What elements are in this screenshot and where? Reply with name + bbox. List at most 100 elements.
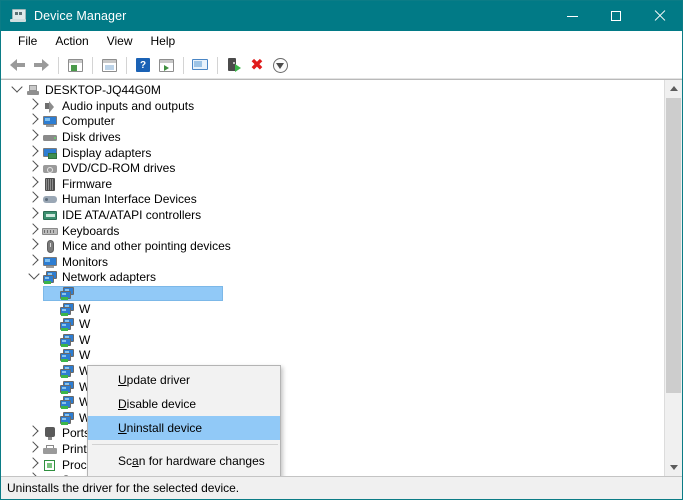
disable-device-button[interactable]: ✖ (246, 54, 268, 76)
collapse-chevron[interactable] (26, 456, 42, 473)
close-button[interactable] (638, 1, 682, 31)
window-controls (550, 1, 682, 31)
tree-node-label: W (79, 332, 91, 347)
tree-node[interactable]: W (1, 348, 664, 364)
menu-file[interactable]: File (9, 32, 46, 51)
dvd-drive-icon (42, 161, 58, 176)
vertical-scrollbar[interactable] (664, 80, 682, 476)
context-menu-item-label: Scan for hardware changes (118, 454, 265, 468)
maximize-button[interactable] (594, 1, 638, 31)
network-adapter-icon (59, 364, 75, 379)
forward-arrow-icon (33, 59, 49, 71)
display-adapter-icon (42, 146, 58, 161)
scroll-up-button[interactable] (665, 80, 682, 97)
scroll-down-button[interactable] (665, 459, 682, 476)
tree-node[interactable]: Mice and other pointing devices (1, 238, 664, 255)
collapse-chevron[interactable] (26, 238, 42, 254)
properties-window-icon (101, 58, 117, 72)
menu-view[interactable]: View (98, 32, 142, 51)
scroll-down-arrow-icon (669, 465, 678, 470)
keyboard-icon (42, 224, 58, 239)
mouse-icon (42, 239, 58, 254)
hid-icon (42, 192, 58, 207)
tree-node[interactable]: Firmware (1, 176, 664, 193)
collapse-chevron[interactable] (26, 129, 42, 145)
network-adapter-icon (42, 270, 58, 285)
tree-root-node[interactable]: DESKTOP-JQ44G0M (1, 81, 664, 99)
toolbar-separator-2 (92, 56, 93, 74)
tree-node[interactable]: Human Interface Devices (1, 191, 664, 208)
scroll-up-arrow-icon (669, 86, 678, 91)
collapse-chevron[interactable] (26, 425, 42, 441)
status-bar: Uninstalls the driver for the selected d… (1, 476, 682, 499)
security-device-icon (42, 473, 58, 476)
context-menu-item-uninstall-device[interactable]: Uninstall device (88, 416, 280, 440)
collapse-chevron[interactable] (26, 472, 42, 476)
tree-node[interactable]: DVD/CD-ROM drives (1, 160, 664, 177)
view-button[interactable] (155, 54, 177, 76)
device-tree-pane[interactable]: DESKTOP-JQ44G0M Audio inputs and outputs C… (1, 80, 664, 476)
tree-node[interactable]: W (1, 301, 664, 317)
monitor-icon (42, 255, 58, 270)
network-adapter-icon (59, 348, 75, 363)
help-button[interactable]: ? (132, 54, 154, 76)
expand-chevron[interactable] (26, 268, 42, 286)
context-menu-item-disable-device[interactable]: Disable device (88, 392, 280, 416)
scan-for-hardware-changes-button[interactable] (189, 54, 211, 76)
expand-chevron[interactable] (9, 81, 25, 99)
tree-node[interactable]: Keyboards (1, 222, 664, 239)
tree-node[interactable]: Display adapters (1, 145, 664, 161)
status-bar-text: Uninstalls the driver for the selected d… (7, 481, 240, 495)
collapse-chevron[interactable] (26, 191, 42, 207)
collapse-chevron[interactable] (26, 176, 42, 192)
scrollbar-thumb[interactable] (666, 98, 681, 393)
network-adapter-icon (59, 302, 75, 317)
toolbar-separator-4 (183, 56, 184, 74)
tree-node[interactable]: Monitors (1, 254, 664, 271)
menu-help[interactable]: Help (142, 32, 185, 51)
network-adapter-icon (59, 333, 75, 348)
collapse-chevron[interactable] (26, 207, 42, 223)
collapse-chevron[interactable] (26, 222, 42, 239)
update-driver-button[interactable] (223, 54, 245, 76)
toolbar: ? ✖ (1, 52, 682, 79)
menu-action[interactable]: Action (46, 32, 97, 51)
collapse-chevron[interactable] (26, 160, 42, 176)
computer-root-icon (25, 83, 41, 98)
disk-drive-icon (42, 130, 58, 145)
collapse-chevron[interactable] (26, 113, 42, 129)
red-x-icon: ✖ (250, 55, 264, 74)
collapse-chevron[interactable] (26, 98, 42, 114)
collapse-chevron[interactable] (26, 441, 42, 457)
context-menu-item-scan-for-hardware-changes[interactable]: Scan for hardware changes (88, 449, 280, 473)
monitor-scan-icon (192, 58, 208, 72)
tree-node[interactable]: Audio inputs and outputs (1, 98, 664, 115)
back-arrow-icon (10, 59, 26, 71)
toolbar-separator-1 (58, 56, 59, 74)
maximize-icon (611, 11, 621, 21)
show-hide-console-tree-button[interactable] (64, 54, 86, 76)
network-adapter-icon (59, 286, 75, 301)
back-button[interactable] (7, 54, 29, 76)
console-tree-icon (67, 58, 83, 72)
tree-node[interactable]: W (1, 333, 664, 349)
title-bar: Device Manager (1, 1, 682, 31)
tree-node[interactable]: Disk drives (1, 129, 664, 146)
menu-bar: File Action View Help (1, 31, 682, 52)
collapse-chevron[interactable] (26, 145, 42, 161)
minimize-button[interactable] (550, 1, 594, 31)
context-menu-item-update-driver[interactable]: Update driver (88, 368, 280, 392)
context-menu[interactable]: Update driver Disable device Uninstall dev… (87, 365, 281, 476)
download-arrow-icon (272, 57, 288, 73)
processor-icon (42, 458, 58, 473)
tree-node[interactable]: Computer (1, 113, 664, 130)
tree-node[interactable]: IDE ATA/ATAPI controllers (1, 207, 664, 224)
forward-button[interactable] (30, 54, 52, 76)
enable-device-button[interactable] (269, 54, 291, 76)
tree-node[interactable]: Network adapters (1, 268, 664, 286)
context-menu-item-label: Uninstall device (118, 421, 203, 435)
tree-node[interactable]: R (1, 285, 664, 302)
tree-node[interactable]: W (1, 317, 664, 333)
properties-button[interactable] (98, 54, 120, 76)
tree-node-label: W (79, 317, 91, 332)
